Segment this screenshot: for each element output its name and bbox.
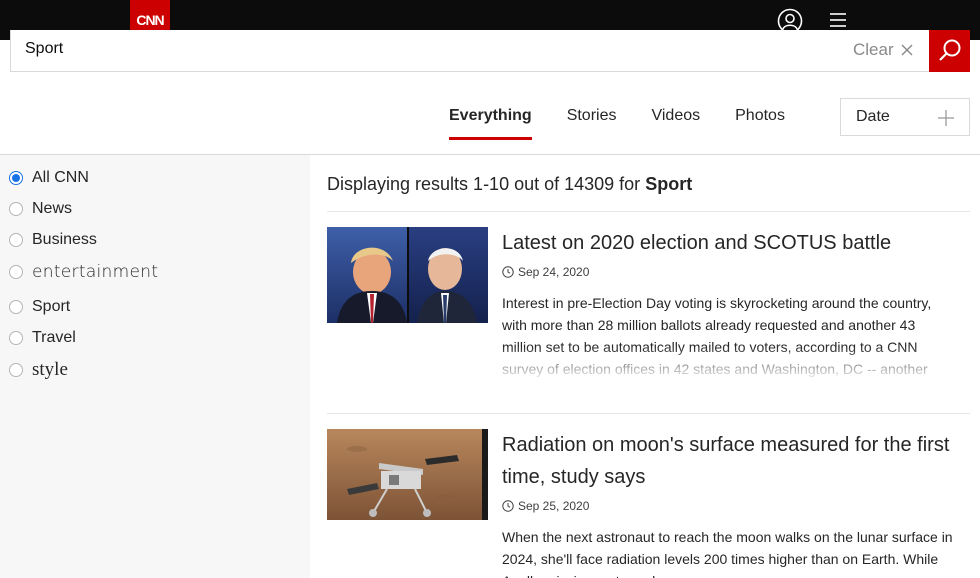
tab-photos[interactable]: Photos [735,107,785,140]
filter-label: Sport [32,298,71,315]
tab-videos[interactable]: Videos [651,107,700,140]
date-filter-label: Date [856,108,890,125]
filter-style[interactable]: style [9,359,68,381]
radio-button[interactable] [9,331,23,345]
filter-news[interactable]: News [9,200,72,218]
radio-button[interactable] [9,202,23,216]
results-summary: Displaying results 1-10 out of 14309 for… [327,174,692,195]
search-input[interactable] [25,38,725,60]
radio-button[interactable] [9,233,23,247]
article-title[interactable]: Radiation on moon's surface measured for… [502,429,952,493]
filter-label: Business [32,231,97,248]
filter-travel[interactable]: Travel [9,329,76,347]
radio-button[interactable] [9,265,23,279]
filter-all-cnn[interactable]: All CNN [9,169,89,187]
results-divider [327,413,970,414]
filter-sport[interactable]: Sport [9,298,70,316]
clear-label: Clear [853,40,894,59]
results-divider [327,211,970,212]
article-title[interactable]: Latest on 2020 election and SCOTUS battl… [502,227,952,259]
article-thumbnail[interactable] [327,227,488,323]
article-image [327,227,488,323]
article-image [327,429,488,520]
hamburger-menu-icon[interactable] [828,10,848,30]
search-button[interactable] [929,30,970,72]
filter-label: style [32,359,68,380]
results-summary-query: Sport [645,174,693,194]
filter-label: entertainment [32,262,159,282]
search-box: Clear [10,30,930,72]
date-filter-dropdown[interactable]: Date [840,98,970,136]
search-icon [938,39,960,61]
plus-icon [938,110,954,126]
tab-stories[interactable]: Stories [567,107,617,140]
filter-label: News [32,200,73,217]
result-type-tabs: Everything Stories Videos Photos [449,107,820,140]
clock-icon [502,266,514,278]
clear-button[interactable]: Clear [853,40,914,60]
article-date: Sep 25, 2020 [502,499,589,513]
article-snippet: When the next astronaut to reach the moo… [502,529,953,578]
article-date-text: Sep 24, 2020 [518,265,590,279]
filter-label: Travel [32,329,76,346]
clock-icon [502,500,514,512]
filter-entertainment[interactable]: entertainment [9,262,158,282]
tab-everything[interactable]: Everything [449,107,532,140]
article-date: Sep 24, 2020 [502,265,589,279]
article-thumbnail[interactable] [327,429,488,520]
radio-button[interactable] [9,300,23,314]
filter-label: All CNN [32,169,89,186]
snippet-fade [502,346,962,380]
radio-button[interactable] [9,363,23,377]
article-date-text: Sep 25, 2020 [518,499,590,513]
results-summary-text: Displaying results 1-10 out of 14309 for [327,174,641,194]
close-icon [901,44,913,56]
filter-business[interactable]: Business [9,231,97,249]
radio-button[interactable] [9,171,23,185]
